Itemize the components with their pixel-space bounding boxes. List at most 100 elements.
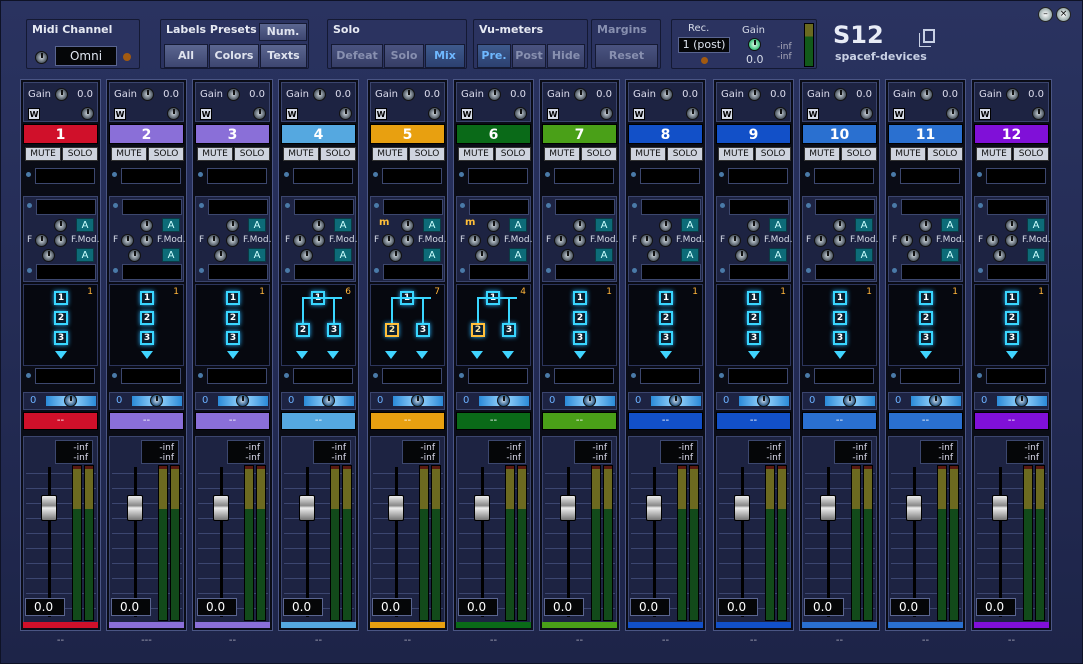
channel-label[interactable]: 4: [281, 124, 356, 144]
filter-knob-3-icon[interactable]: [993, 249, 1006, 262]
filter-slot-2[interactable]: [383, 264, 443, 280]
filter-a-button-1[interactable]: A: [681, 218, 699, 232]
insert-slot[interactable]: [468, 168, 528, 184]
w-toggle[interactable]: W: [461, 108, 473, 120]
fader-handle[interactable]: [734, 495, 750, 521]
minimize-icon[interactable]: –: [1038, 7, 1053, 22]
filter-a-button-2[interactable]: A: [1027, 248, 1045, 262]
channel-label[interactable]: 5: [370, 124, 445, 144]
filter-a-button-1[interactable]: A: [769, 218, 787, 232]
solo-button[interactable]: SOLO: [320, 147, 356, 161]
filter-slot[interactable]: [36, 199, 96, 215]
solo-button[interactable]: SOLO: [1013, 147, 1049, 161]
filter-a-button-2[interactable]: A: [509, 248, 527, 262]
send-slot[interactable]: [640, 368, 700, 384]
filter-a-button-1[interactable]: A: [76, 218, 94, 232]
filter-knob-2-icon[interactable]: [401, 234, 414, 247]
filter-freq-knob-icon[interactable]: [900, 234, 913, 247]
filter-knob-1-icon[interactable]: [747, 219, 760, 232]
fader-handle[interactable]: [41, 495, 57, 521]
filter-freq-knob-icon[interactable]: [814, 234, 827, 247]
width-knob-icon[interactable]: [860, 107, 873, 120]
channel-name-bar[interactable]: --: [109, 412, 184, 430]
gain-knob-icon[interactable]: [1006, 88, 1019, 101]
solo-button[interactable]: SOLO: [495, 147, 531, 161]
gain-knob-icon[interactable]: [313, 88, 326, 101]
w-toggle[interactable]: W: [114, 108, 126, 120]
filter-freq-knob-icon[interactable]: [986, 234, 999, 247]
filter-knob-3-icon[interactable]: [735, 249, 748, 262]
rec-value[interactable]: 1 (post): [678, 37, 730, 53]
solo-button[interactable]: SOLO: [927, 147, 963, 161]
width-knob-icon[interactable]: [946, 107, 959, 120]
num-button[interactable]: Num.: [259, 23, 307, 41]
channel-name-bar[interactable]: --: [542, 412, 617, 430]
midi-channel-value[interactable]: Omni: [55, 46, 117, 66]
pan-knob-icon[interactable]: [929, 394, 942, 407]
w-toggle[interactable]: W: [547, 108, 559, 120]
w-toggle[interactable]: W: [893, 108, 905, 120]
insert-slot[interactable]: [986, 168, 1046, 184]
channel-label[interactable]: 2: [109, 124, 184, 144]
filter-freq-knob-icon[interactable]: [293, 234, 306, 247]
gain-knob-icon[interactable]: [402, 88, 415, 101]
gain-knob-icon[interactable]: [488, 88, 501, 101]
filter-knob-2-icon[interactable]: [919, 234, 932, 247]
width-knob-icon[interactable]: [1032, 107, 1045, 120]
filter-slot-2[interactable]: [641, 264, 701, 280]
pan-knob-icon[interactable]: [497, 394, 510, 407]
pan-knob-icon[interactable]: [757, 394, 770, 407]
filter-knob-3-icon[interactable]: [647, 249, 660, 262]
pan-knob-icon[interactable]: [64, 394, 77, 407]
filter-knob-2-icon[interactable]: [226, 234, 239, 247]
solo-mode-button[interactable]: Solo: [384, 44, 424, 68]
filter-a-button-1[interactable]: A: [248, 218, 266, 232]
filter-a-button-2[interactable]: A: [334, 248, 352, 262]
send-slot[interactable]: [207, 368, 267, 384]
channel-name-bar[interactable]: --: [23, 412, 98, 430]
filter-knob-1-icon[interactable]: [54, 219, 67, 232]
pan-knob-icon[interactable]: [843, 394, 856, 407]
solo-button[interactable]: SOLO: [841, 147, 877, 161]
filter-a-button-1[interactable]: A: [941, 218, 959, 232]
mix-button[interactable]: Mix: [425, 44, 465, 68]
filter-a-button-2[interactable]: A: [681, 248, 699, 262]
filter-freq-knob-icon[interactable]: [121, 234, 134, 247]
fader-value[interactable]: 0.0: [458, 598, 498, 616]
routing-matrix[interactable]: 1 2 3 1: [23, 284, 98, 366]
filter-a-button-2[interactable]: A: [855, 248, 873, 262]
pan-knob-icon[interactable]: [411, 394, 424, 407]
texts-button[interactable]: Texts: [260, 44, 307, 68]
routing-matrix[interactable]: 1 2 3 1: [542, 284, 617, 366]
filter-knob-3-icon[interactable]: [128, 249, 141, 262]
fader-value[interactable]: 0.0: [283, 598, 323, 616]
routing-matrix[interactable]: 1 2 3 1: [974, 284, 1049, 366]
fader-value[interactable]: 0.0: [976, 598, 1016, 616]
mute-button[interactable]: MUTE: [718, 147, 754, 161]
filter-slot-2[interactable]: [555, 264, 615, 280]
send-slot[interactable]: [814, 368, 874, 384]
channel-name-bar[interactable]: --: [802, 412, 877, 430]
pan-knob-icon[interactable]: [322, 394, 335, 407]
routing-matrix[interactable]: 1 2 3 1: [888, 284, 963, 366]
solo-button[interactable]: SOLO: [755, 147, 791, 161]
channel-name-bar[interactable]: --: [974, 412, 1049, 430]
filter-freq-knob-icon[interactable]: [468, 234, 481, 247]
channel-label[interactable]: 9: [716, 124, 791, 144]
filter-slot[interactable]: [901, 199, 961, 215]
fader-value[interactable]: 0.0: [197, 598, 237, 616]
insert-slot[interactable]: [728, 168, 788, 184]
routing-matrix[interactable]: 1 2 3 1: [628, 284, 703, 366]
width-knob-icon[interactable]: [428, 107, 441, 120]
routing-matrix[interactable]: 1 2 3 1: [716, 284, 791, 366]
insert-slot[interactable]: [814, 168, 874, 184]
filter-knob-1-icon[interactable]: [919, 219, 932, 232]
filter-a-button-2[interactable]: A: [595, 248, 613, 262]
filter-a-button-1[interactable]: A: [1027, 218, 1045, 232]
all-button[interactable]: All: [164, 44, 208, 68]
width-knob-icon[interactable]: [253, 107, 266, 120]
pan-knob-icon[interactable]: [669, 394, 682, 407]
insert-slot[interactable]: [382, 168, 442, 184]
insert-slot[interactable]: [640, 168, 700, 184]
filter-slot[interactable]: [122, 199, 182, 215]
